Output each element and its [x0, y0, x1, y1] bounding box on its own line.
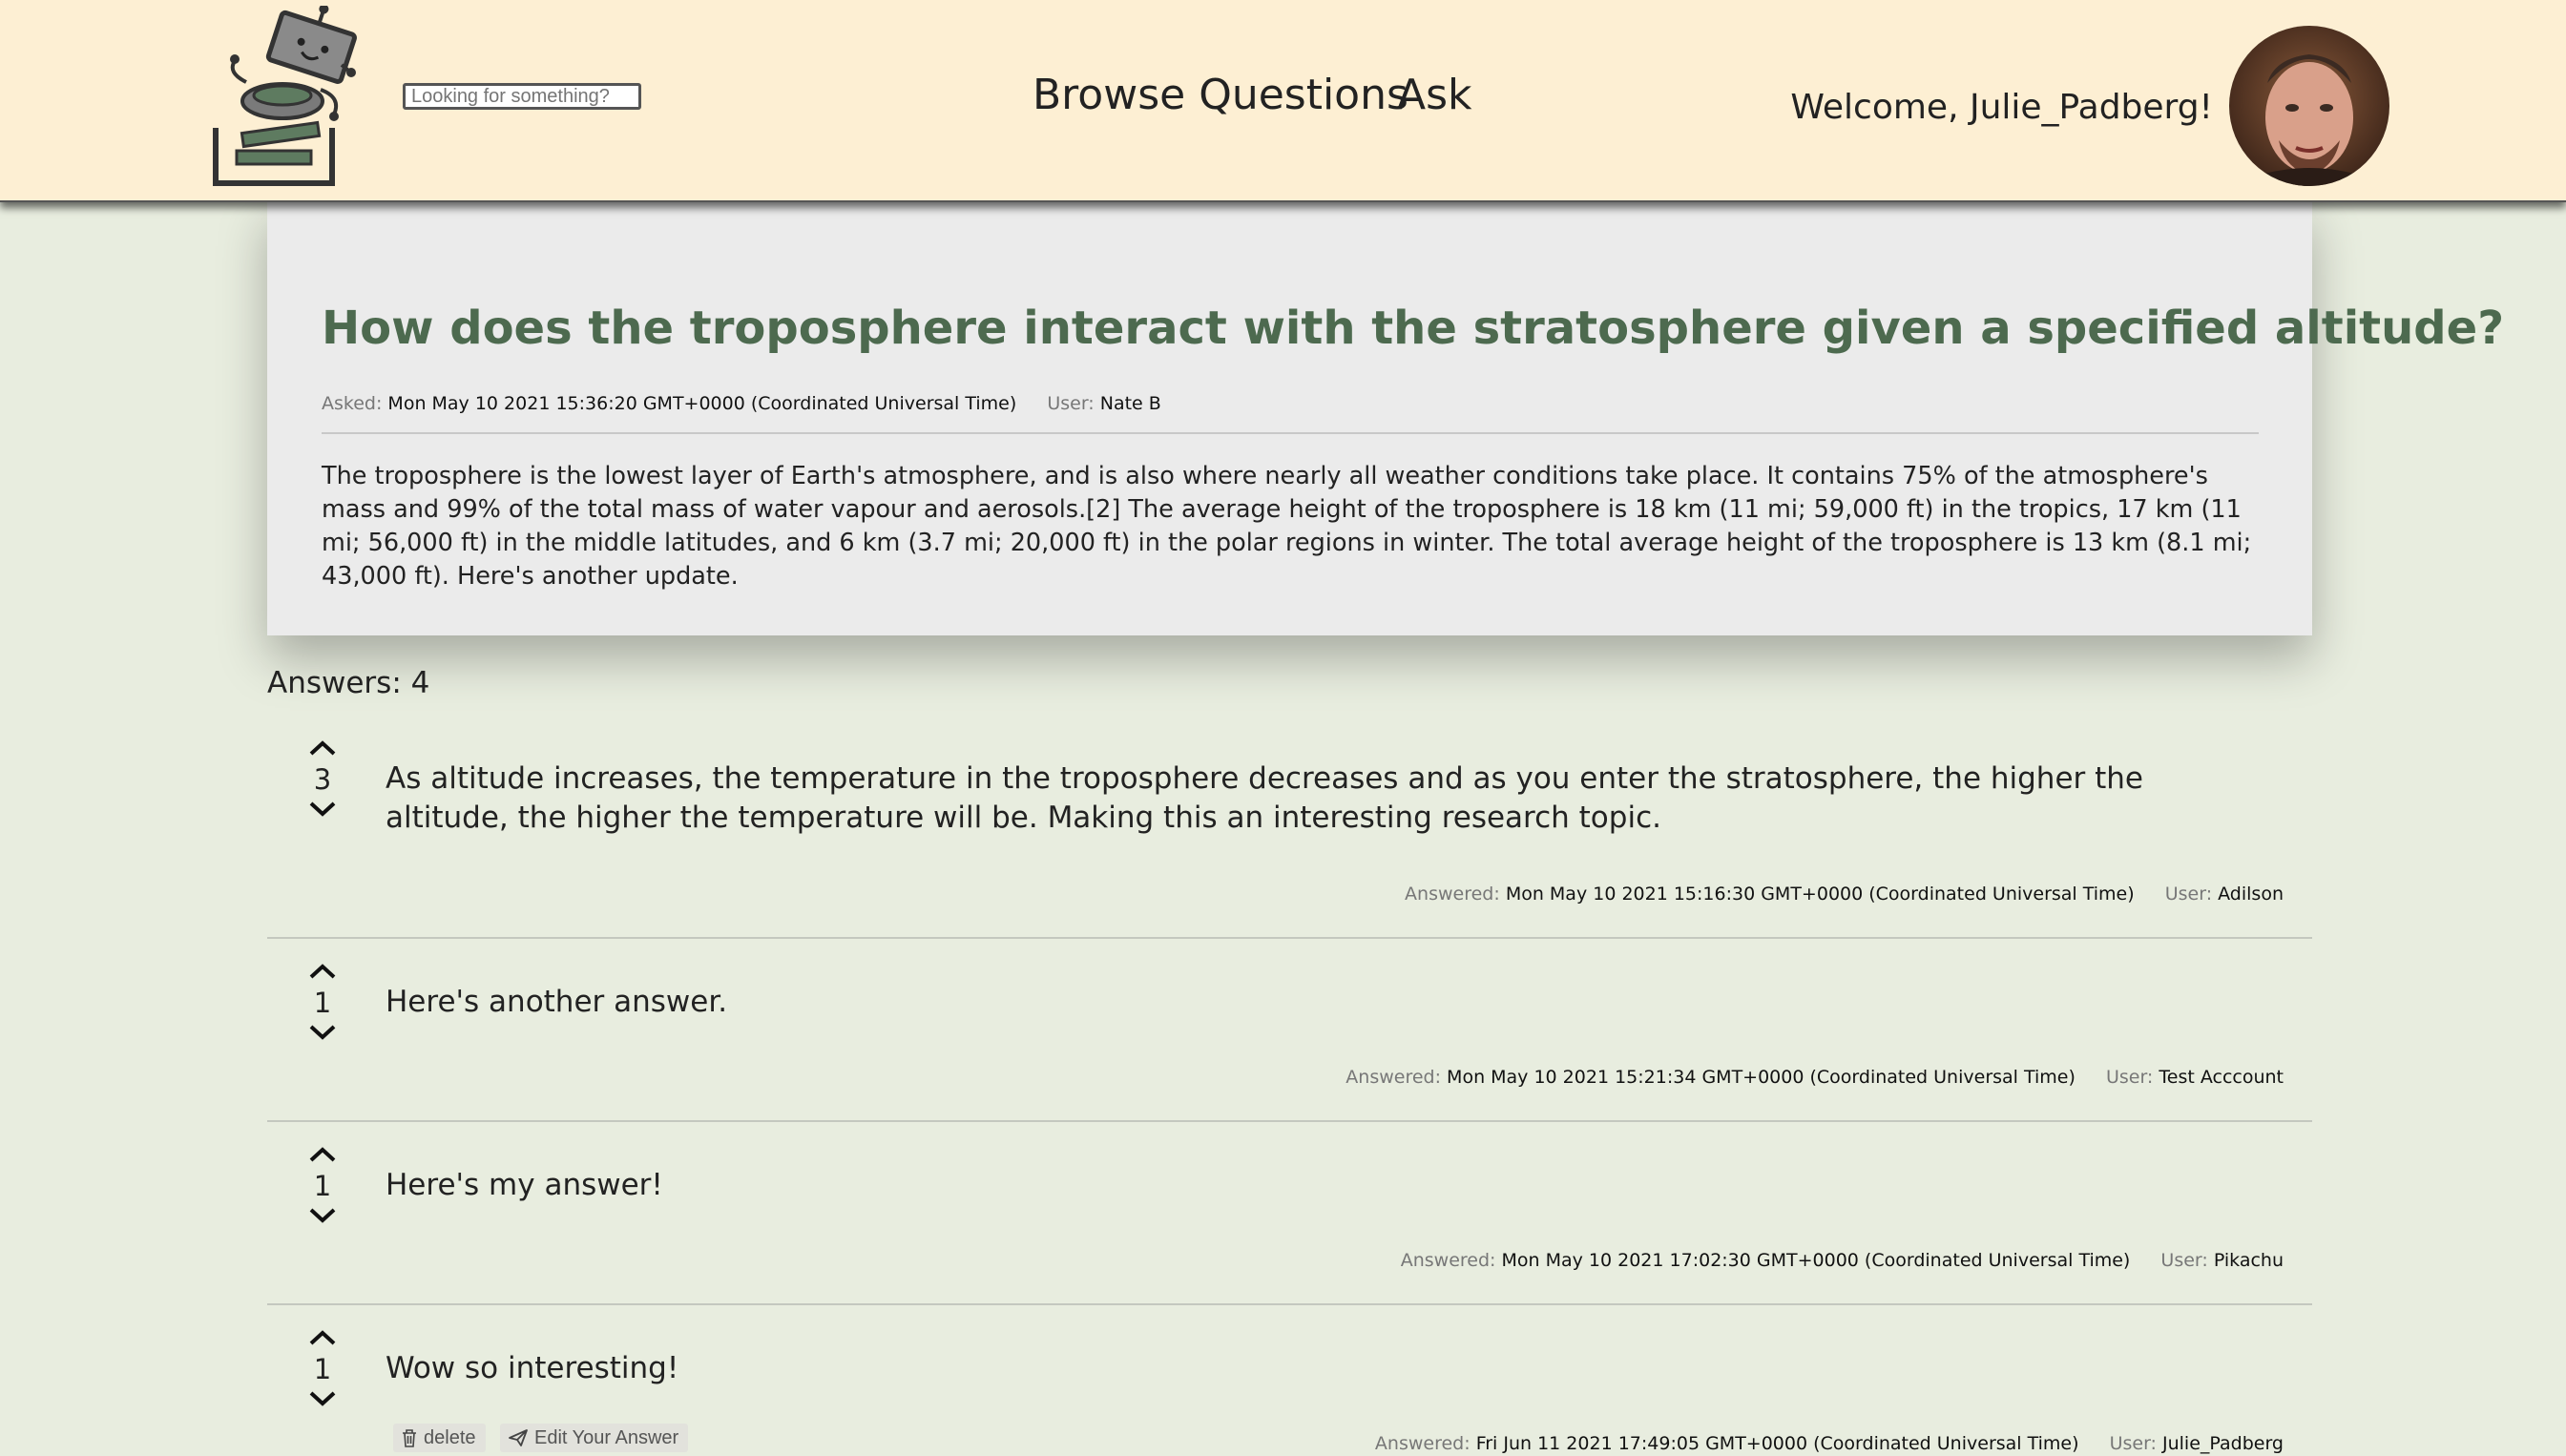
- answer-text: Here's another answer.: [386, 985, 728, 1019]
- answer-divider: [267, 1120, 2312, 1122]
- edit-answer-button[interactable]: Edit Your Answer: [500, 1424, 689, 1452]
- vote-controls: 3: [298, 733, 347, 826]
- asked-date: Mon May 10 2021 15:36:20 GMT+0000 (Coord…: [387, 393, 1017, 414]
- answered-label: Answered:: [1346, 1067, 1441, 1088]
- answered-date: Mon May 10 2021 15:16:30 GMT+0000 (Coord…: [1505, 884, 2135, 905]
- robot-stack-logo-icon[interactable]: [208, 4, 370, 187]
- vote-controls: 1: [298, 1322, 347, 1416]
- trash-icon: [403, 1429, 416, 1447]
- answer-divider: [267, 937, 2312, 939]
- upvote-icon[interactable]: [298, 733, 347, 763]
- vote-count: 1: [313, 1353, 332, 1385]
- answered-label: Answered:: [1405, 884, 1500, 905]
- answer-meta: Answered: Mon May 10 2021 17:02:30 GMT+0…: [1401, 1250, 2284, 1271]
- answered-date: Fri Jun 11 2021 17:49:05 GMT+0000 (Coord…: [1475, 1433, 2079, 1454]
- downvote-icon[interactable]: [298, 796, 347, 826]
- answer-item: 1 Here's my answer! Answered: Mon May 10…: [267, 1132, 2312, 1294]
- nav-ask[interactable]: Ask: [1397, 71, 1472, 119]
- answer-user: Test Acccount: [2159, 1067, 2284, 1088]
- vote-count: 1: [313, 1170, 332, 1202]
- vote-controls: 1: [298, 956, 347, 1050]
- vote-count: 3: [313, 763, 332, 796]
- user-avatar[interactable]: [2229, 26, 2389, 186]
- asked-label: Asked:: [322, 393, 383, 414]
- answer-text: Wow so interesting!: [386, 1351, 679, 1385]
- downvote-icon[interactable]: [298, 1019, 347, 1050]
- answered-label: Answered:: [1400, 1250, 1496, 1271]
- upvote-icon[interactable]: [298, 956, 347, 987]
- delete-label: delete: [424, 1427, 476, 1448]
- answered-label: Answered:: [1374, 1433, 1471, 1454]
- send-icon: [509, 1429, 528, 1446]
- answer-meta: Answered: Mon May 10 2021 15:21:34 GMT+0…: [1346, 1067, 2284, 1088]
- answer-meta: Answered: Fri Jun 11 2021 17:49:05 GMT+0…: [1375, 1433, 2284, 1454]
- user-label: User:: [1047, 393, 1095, 414]
- vote-controls: 1: [298, 1139, 347, 1233]
- upvote-icon[interactable]: [298, 1322, 347, 1353]
- question-user: Nate B: [1099, 393, 1161, 414]
- question-divider: [322, 432, 2259, 434]
- answer-user: Julie_Padberg: [2162, 1433, 2284, 1454]
- upvote-icon[interactable]: [298, 1139, 347, 1170]
- question-card: How does the troposphere interact with t…: [267, 200, 2505, 635]
- welcome-text: Welcome, Julie_Padberg!: [1790, 88, 2213, 127]
- user-label: User:: [2164, 884, 2213, 905]
- answer-text: Here's my answer!: [386, 1168, 663, 1202]
- answer-item: 3 As altitude increases, the temperature…: [267, 725, 2312, 916]
- top-header: Browse Questions Ask Welcome, Julie_Padb…: [0, 0, 2566, 202]
- answer-divider: [267, 1303, 2312, 1305]
- delete-answer-button[interactable]: delete: [393, 1424, 486, 1452]
- user-label: User:: [2160, 1250, 2208, 1271]
- edit-label: Edit Your Answer: [534, 1427, 679, 1448]
- answer-meta: Answered: Mon May 10 2021 15:16:30 GMT+0…: [1405, 884, 2284, 905]
- vote-count: 1: [313, 987, 332, 1019]
- question-title: How does the troposphere interact with t…: [322, 302, 2505, 355]
- user-label: User:: [2105, 1067, 2154, 1088]
- downvote-icon[interactable]: [298, 1385, 347, 1416]
- downvote-icon[interactable]: [298, 1202, 347, 1233]
- answer-text: As altitude increases, the temperature i…: [386, 761, 2144, 835]
- answer-item: 1 Wow so interesting! delete Edit Your A…: [267, 1315, 2312, 1456]
- question-meta: Asked: Mon May 10 2021 15:36:20 GMT+0000…: [322, 393, 1161, 414]
- answer-user: Pikachu: [2213, 1250, 2284, 1271]
- user-label: User:: [2109, 1433, 2157, 1454]
- answered-date: Mon May 10 2021 17:02:30 GMT+0000 (Coord…: [1501, 1250, 2131, 1271]
- nav-browse-questions[interactable]: Browse Questions: [1033, 71, 1408, 119]
- search-input[interactable]: [403, 83, 641, 110]
- answer-item: 1 Here's another answer. Answered: Mon M…: [267, 948, 2312, 1111]
- answered-date: Mon May 10 2021 15:21:34 GMT+0000 (Coord…: [1447, 1067, 2076, 1088]
- answer-user: Adilson: [2218, 884, 2284, 905]
- question-body: The troposphere is the lowest layer of E…: [322, 462, 2252, 591]
- answers-count: Answers: 4: [267, 666, 430, 700]
